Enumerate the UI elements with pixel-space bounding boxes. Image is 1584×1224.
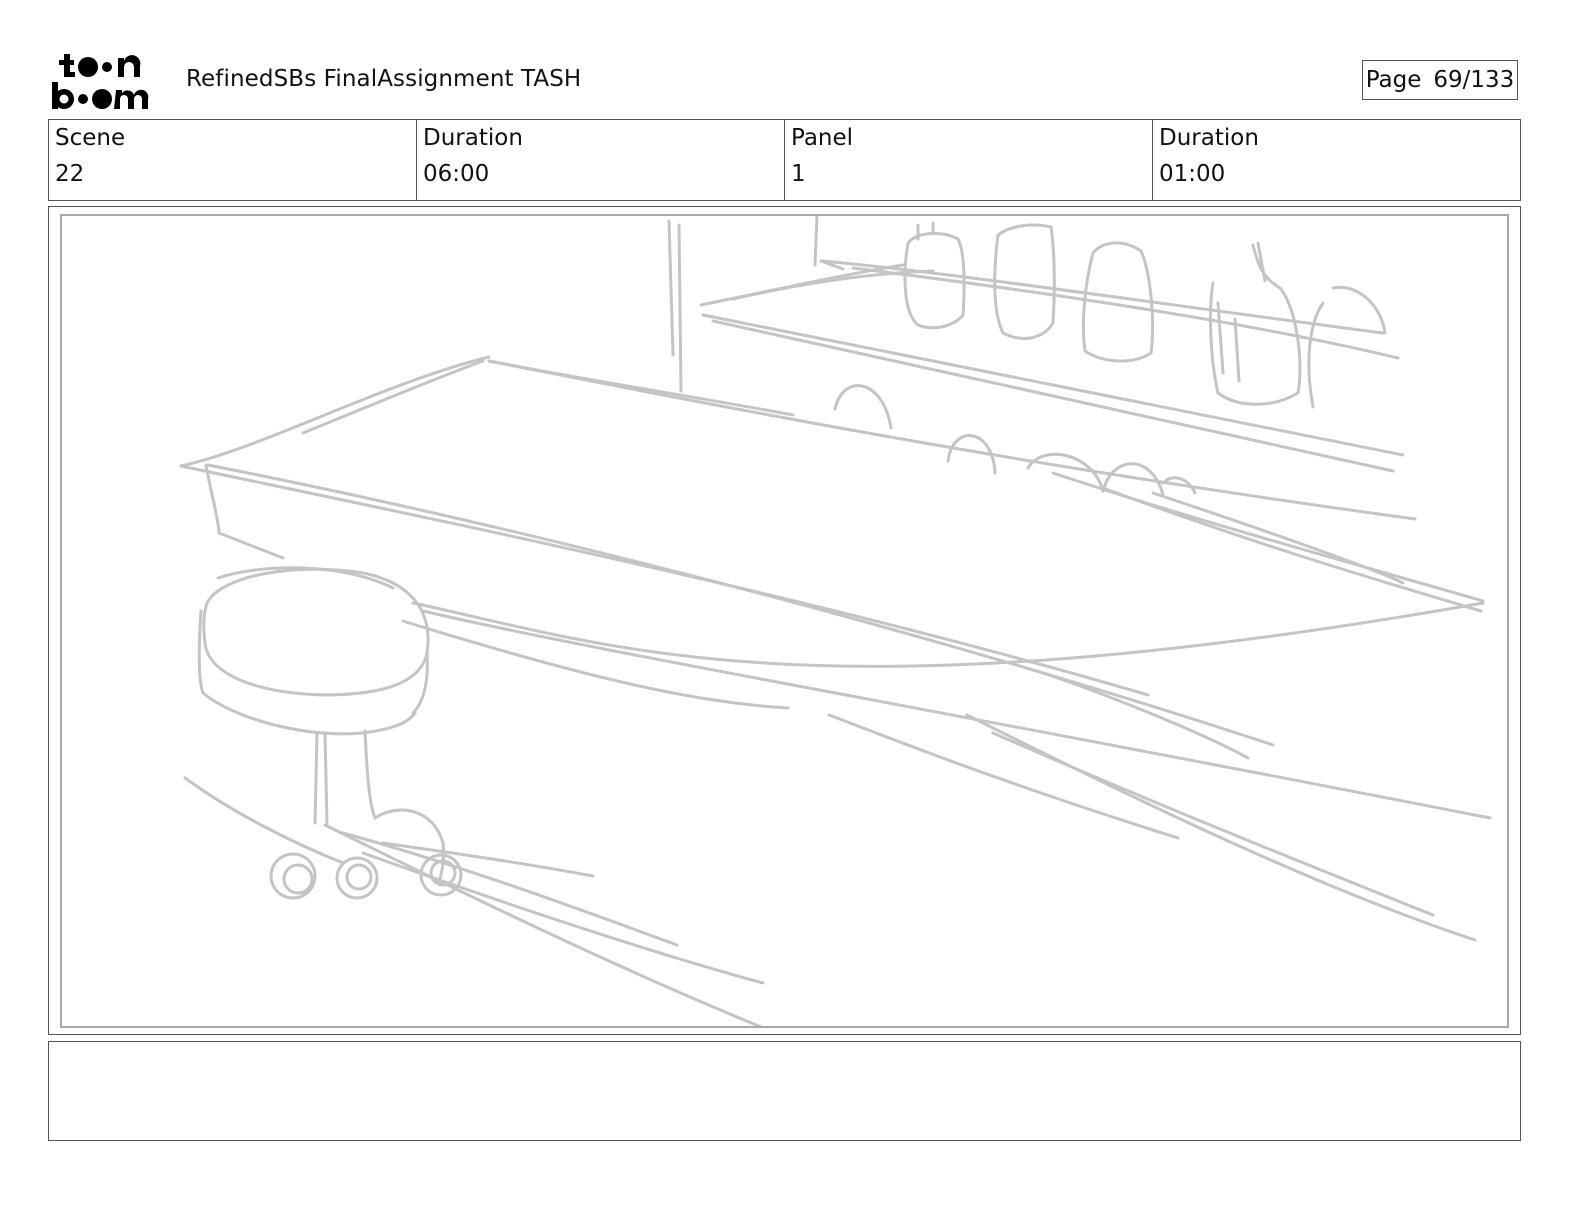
panel-cell: Panel 1 (785, 120, 1153, 200)
scene-duration-value: 06:00 (423, 161, 490, 187)
panel-duration-cell: Duration 01:00 (1153, 120, 1520, 200)
panel-value: 1 (791, 161, 806, 187)
scene-info-table: Scene 22 Duration 06:00 Panel 1 Duration… (48, 119, 1521, 201)
panel-duration-label: Duration (1159, 125, 1259, 151)
page-number: 69/133 (1433, 67, 1515, 93)
page-label: Page (1365, 67, 1422, 93)
page-indicator: Page 69/133 (1362, 60, 1518, 100)
scene-value: 22 (55, 161, 85, 187)
scene-cell: Scene 22 (49, 120, 417, 200)
toon-boom-logo (52, 54, 149, 109)
scene-label: Scene (55, 125, 126, 151)
panel-frame (48, 206, 1521, 1035)
panel-duration-value: 01:00 (1159, 161, 1226, 187)
panel-notes-box (48, 1041, 1521, 1141)
panel-image-area (60, 214, 1509, 1028)
scene-duration-label: Duration (423, 125, 523, 151)
panel-label: Panel (791, 125, 854, 151)
scene-duration-cell: Duration 06:00 (417, 120, 785, 200)
storyboard-sketch (179, 216, 1492, 1026)
document-title: RefinedSBs FinalAssignment TASH (186, 66, 582, 92)
